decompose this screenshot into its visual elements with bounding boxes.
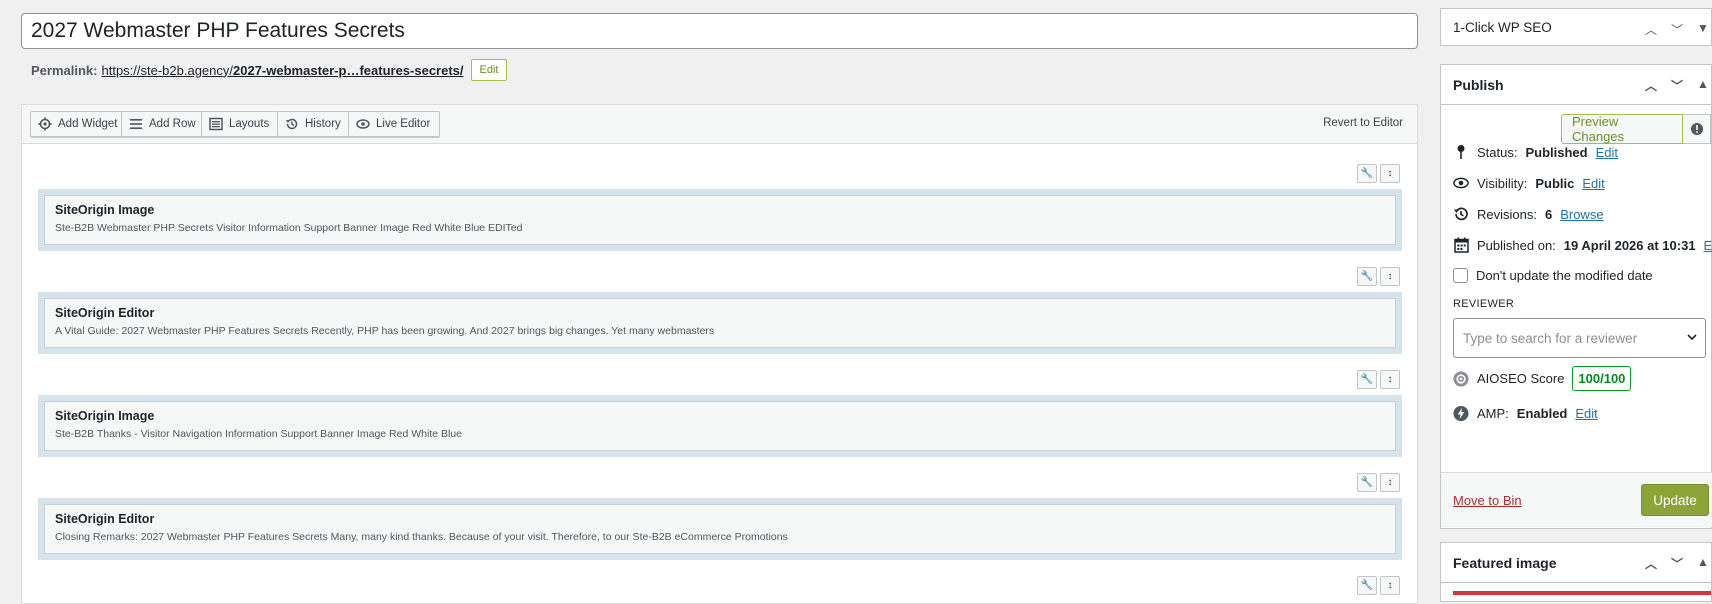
layout-icon (209, 117, 223, 131)
published-edit-link[interactable]: Edit (1704, 238, 1712, 253)
status-row: Status: Published Edit (1453, 144, 1618, 160)
publish-box-header[interactable]: Publish ︿ ﹀ ▲ (1441, 65, 1711, 105)
update-button[interactable]: Update (1641, 484, 1709, 516)
widget-description: Ste-B2B Thanks - Visitor Navigation Info… (55, 428, 462, 440)
post-title-input[interactable]: 2027 Webmaster PHP Features Secrets (21, 13, 1418, 49)
permalink-link[interactable]: https://ste-b2b.agency/2027-webmaster-p…… (101, 63, 463, 78)
dont-update-row: Don't update the modified date (1453, 268, 1653, 283)
add-widget-button[interactable]: Add Widget (30, 111, 128, 137)
amp-row: AMP: Enabled Edit (1453, 405, 1598, 421)
box-arrows: ︿ ﹀ ▼ (1643, 21, 1711, 38)
amp-bolt-icon (1453, 405, 1469, 421)
widget-title: SiteOrigin Editor (55, 512, 155, 526)
menu-icon (129, 117, 143, 131)
wrench-icon[interactable]: 🔧 (1357, 164, 1377, 183)
chevron-up-icon[interactable]: ︿ (1643, 21, 1659, 38)
move-icon[interactable]: ↕ (1380, 473, 1400, 492)
builder-row: SiteOrigin Editor Closing Remarks: 2027 … (38, 498, 1402, 560)
widget-title: SiteOrigin Image (55, 203, 155, 217)
permalink-label: Permalink: (31, 62, 98, 78)
chevron-down-icon (1686, 331, 1698, 346)
builder-row: SiteOrigin Editor A Vital Guide: 2027 We… (38, 292, 1402, 354)
widget[interactable]: SiteOrigin Editor Closing Remarks: 2027 … (44, 504, 1396, 554)
preview-changes-button[interactable]: Preview Changes (1561, 114, 1684, 144)
row-tools: 🔧 ↕ (1357, 164, 1400, 183)
wrench-icon[interactable]: 🔧 (1357, 370, 1377, 389)
triangle-down-icon[interactable]: ▼ (1695, 21, 1711, 38)
page-builder: Add Widget Add Row Layouts History Live … (21, 104, 1418, 604)
wrench-icon[interactable]: 🔧 (1357, 267, 1377, 286)
chevron-up-icon[interactable]: ︿ (1643, 77, 1659, 94)
reviewer-select[interactable]: Type to search for a reviewer (1453, 318, 1706, 358)
chevron-down-icon[interactable]: ﹀ (1669, 21, 1685, 38)
eye-icon (356, 117, 370, 131)
calendar-icon (1453, 237, 1469, 253)
triangle-up-icon[interactable]: ▲ (1695, 77, 1711, 94)
wrench-icon[interactable]: 🔧 (1357, 473, 1377, 492)
sidebar: 1-Click WP SEO ︿ ﹀ ▼ Publish ︿ ﹀ ▲ Previ… (1440, 0, 1712, 602)
chevron-down-icon[interactable]: ﹀ (1669, 555, 1685, 572)
add-row-button[interactable]: Add Row (121, 111, 206, 137)
gear-icon (38, 117, 52, 131)
pin-icon (1453, 144, 1469, 160)
editor-area: 2027 Webmaster PHP Features Secrets Perm… (0, 0, 1425, 604)
published-row: Published on:19 April 2026 at 10:31Edit (1453, 237, 1712, 253)
chevron-up-icon[interactable]: ︿ (1643, 555, 1659, 572)
widget[interactable]: SiteOrigin Editor A Vital Guide: 2027 We… (44, 298, 1396, 348)
permalink-edit-button[interactable]: Edit (470, 59, 508, 81)
preview-group: Preview Changes (1561, 114, 1711, 144)
featured-image-box: Featured image ︿ ﹀ ▲ (1440, 542, 1712, 602)
history-button[interactable]: History (277, 111, 351, 137)
widget-title: SiteOrigin Image (55, 409, 155, 423)
publish-actions: Move to Bin Update (1441, 472, 1712, 527)
featured-image-header[interactable]: Featured image ︿ ﹀ ▲ (1441, 543, 1711, 583)
publish-box: Publish ︿ ﹀ ▲ Preview Changes Status: Pub… (1440, 64, 1712, 529)
triangle-up-icon[interactable]: ▲ (1695, 555, 1711, 572)
aioseo-score-badge[interactable]: 100/100 (1572, 366, 1632, 391)
seo-box: 1-Click WP SEO ︿ ﹀ ▼ (1440, 8, 1712, 46)
widget[interactable]: SiteOrigin Image Ste-B2B Thanks - Visito… (44, 401, 1396, 451)
widget-description: Closing Remarks: 2027 Webmaster PHP Feat… (55, 531, 788, 543)
widget-description: Ste-B2B Webmaster PHP Secrets Visitor In… (55, 222, 523, 234)
builder-row: SiteOrigin Image Ste-B2B Thanks - Visito… (38, 395, 1402, 457)
live-editor-button[interactable]: Live Editor (348, 111, 441, 137)
revisions-browse-link[interactable]: Browse (1560, 207, 1603, 222)
aioseo-row: AIOSEO Score 100/100 (1453, 366, 1632, 391)
box-arrows: ︿ ﹀ ▲ (1643, 555, 1711, 572)
move-icon[interactable]: ↕ (1380, 370, 1400, 389)
wrench-icon[interactable]: 🔧 (1357, 576, 1377, 595)
amp-edit-link[interactable]: Edit (1575, 406, 1597, 421)
move-icon[interactable]: ↕ (1380, 164, 1400, 183)
move-icon[interactable]: ↕ (1380, 267, 1400, 286)
history-icon (285, 117, 299, 131)
reviewer-label: REVIEWER (1453, 298, 1515, 310)
visibility-row: Visibility: Public Edit (1453, 175, 1605, 191)
status-edit-link[interactable]: Edit (1596, 145, 1618, 160)
seo-box-header[interactable]: 1-Click WP SEO ︿ ﹀ ▼ (1441, 9, 1711, 45)
row-tools: 🔧 ↕ (1357, 576, 1400, 595)
widget-title: SiteOrigin Editor (55, 306, 155, 320)
box-arrows: ︿ ﹀ ▲ (1643, 77, 1711, 94)
preview-info-icon[interactable] (1683, 114, 1711, 144)
aioseo-gear-icon (1453, 370, 1469, 387)
eye-icon (1453, 175, 1469, 191)
row-tools: 🔧 ↕ (1357, 473, 1400, 492)
builder-toolbar: Add Widget Add Row Layouts History Live … (22, 105, 1417, 144)
permalink: Permalink: https://ste-b2b.agency/2027-w… (31, 58, 508, 82)
dont-update-checkbox[interactable] (1453, 268, 1468, 283)
builder-row: SiteOrigin Image Ste-B2B Webmaster PHP S… (38, 189, 1402, 251)
move-to-bin-link[interactable]: Move to Bin (1453, 493, 1522, 508)
row-tools: 🔧 ↕ (1357, 267, 1400, 286)
layouts-button[interactable]: Layouts (201, 111, 280, 137)
visibility-edit-link[interactable]: Edit (1582, 176, 1604, 191)
widget-description: A Vital Guide: 2027 Webmaster PHP Featur… (55, 325, 715, 337)
move-icon[interactable]: ↕ (1380, 576, 1400, 595)
revisions-row: Revisions: 6 Browse (1453, 206, 1604, 222)
chevron-down-icon[interactable]: ﹀ (1669, 77, 1685, 94)
history-icon (1453, 206, 1469, 222)
revert-to-editor-link[interactable]: Revert to Editor (1323, 117, 1403, 129)
row-tools: 🔧 ↕ (1357, 370, 1400, 389)
featured-image-frame[interactable] (1453, 591, 1711, 595)
widget[interactable]: SiteOrigin Image Ste-B2B Webmaster PHP S… (44, 195, 1396, 245)
